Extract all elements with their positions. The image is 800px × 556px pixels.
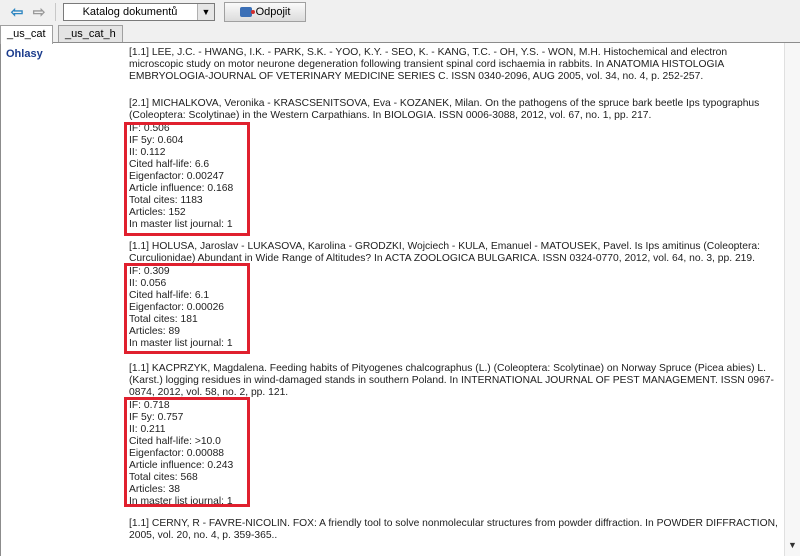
citation-text: [2.1] MICHALKOVA, Veronika - KRASCSENITS…: [129, 98, 760, 121]
catalog-select[interactable]: Katalog dokumentů ▼: [63, 3, 215, 21]
toolbar-separator: [55, 3, 56, 21]
scroll-down-icon[interactable]: ▼: [788, 540, 797, 550]
disconnect-button-label: Odpojit: [255, 6, 291, 18]
toolbar: ⇦ ⇨ Katalog dokumentů ▼ Odpojit: [0, 0, 800, 25]
arrow-left-icon[interactable]: ⇦: [8, 3, 26, 21]
section-label: Ohlasy: [6, 48, 43, 60]
citation-text: [1.1] KACPRZYK, Magdalena. Feeding habit…: [129, 363, 774, 398]
tab-bar: _us_cat _us_cat_h: [0, 24, 800, 44]
catalog-select-value: Katalog dokumentů: [82, 6, 178, 18]
tab-us-cat-h[interactable]: _us_cat_h: [58, 25, 123, 42]
citation-text: [1.1] CERNY, R - FAVRE-NICOLIN. FOX: A f…: [129, 518, 778, 541]
citation-text: [1.1] LEE, J.C. - HWANG, I.K. - PARK, S.…: [129, 47, 728, 82]
citation-record: [1.1] CERNY, R - FAVRE-NICOLIN. FOX: A f…: [129, 518, 781, 542]
chevron-down-icon[interactable]: ▼: [197, 4, 214, 20]
content-panel: Ohlasy [1.1] LEE, J.C. - HWANG, I.K. - P…: [0, 43, 786, 556]
highlight-box: [124, 397, 250, 507]
disconnect-button[interactable]: Odpojit: [224, 2, 306, 22]
citation-record: [1.1] LEE, J.C. - HWANG, I.K. - PARK, S.…: [129, 47, 781, 83]
disconnect-icon: [239, 7, 255, 17]
arrow-right-icon[interactable]: ⇨: [30, 3, 48, 21]
highlight-box: [124, 263, 250, 354]
citation-text: [1.1] HOLUSA, Jaroslav - LUKASOVA, Karol…: [129, 241, 760, 264]
highlight-box: [124, 122, 250, 236]
tab-us-cat[interactable]: _us_cat: [0, 25, 53, 44]
vertical-scrollbar[interactable]: ▼: [784, 43, 800, 556]
